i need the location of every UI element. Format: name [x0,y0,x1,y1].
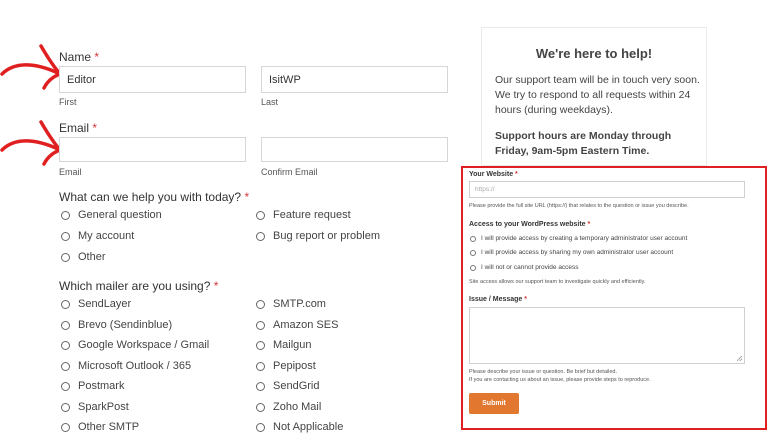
radio-amazon-ses[interactable]: Amazon SES [256,319,338,331]
email-label: Email * [59,121,98,135]
radio-bug-report[interactable]: Bug report or problem [256,230,380,242]
radio-circle[interactable] [470,249,476,256]
first-name-value: Editor [67,73,96,86]
radio-circle[interactable] [61,299,70,309]
radio-sendgrid[interactable]: SendGrid [256,380,319,392]
confirm-email-sublabel: Confirm Email [261,167,318,177]
radio-no-access[interactable]: I will not or cannot provide access [470,264,579,271]
radio-feature-request[interactable]: Feature request [256,209,351,221]
email-sublabel: Email [59,167,82,177]
radio-circle[interactable] [61,422,70,432]
radio-other-smtp[interactable]: Other SMTP [61,421,139,433]
confirm-email-input[interactable] [261,137,448,162]
email-input[interactable] [59,137,246,162]
radio-pepipost[interactable]: Pepipost [256,360,316,372]
radio-circle[interactable] [256,340,265,350]
radio-circle[interactable] [256,361,265,371]
radio-circle[interactable] [61,361,70,371]
radio-microsoft-outlook[interactable]: Microsoft Outlook / 365 [61,360,191,372]
support-details-panel: Your Website * https:// Please provide t… [461,166,767,430]
radio-sparkpost[interactable]: SparkPost [61,401,129,413]
radio-circle[interactable] [61,381,70,391]
resize-handle-icon[interactable] [737,356,742,361]
radio-circle[interactable] [256,381,265,391]
issue-message-textarea[interactable] [469,307,745,364]
radio-circle[interactable] [61,402,70,412]
radio-circle[interactable] [256,422,265,432]
radio-circle[interactable] [470,264,476,271]
last-name-input[interactable]: IsitWP [261,66,448,93]
radio-sendlayer[interactable]: SendLayer [61,298,131,310]
radio-smtp-com[interactable]: SMTP.com [256,298,326,310]
access-label: Access to your WordPress website * [469,221,591,228]
radio-not-applicable[interactable]: Not Applicable [256,421,343,433]
last-sublabel: Last [261,97,279,107]
help-question-label: What can we help you with today? * [59,190,250,204]
last-name-value: IsitWP [269,73,301,86]
radio-circle[interactable] [256,231,265,241]
website-label: Your Website * [469,171,518,178]
radio-other[interactable]: Other [61,251,106,263]
help-box-hours: Support hours are Monday through Friday,… [495,130,672,157]
issue-help-text-1: Please describe your issue or question. … [469,369,617,375]
radio-google-workspace[interactable]: Google Workspace / Gmail [61,339,209,351]
radio-circle[interactable] [256,320,265,330]
radio-zoho-mail[interactable]: Zoho Mail [256,401,321,413]
first-sublabel: First [59,97,77,107]
radio-circle[interactable] [256,210,265,220]
radio-circle[interactable] [61,231,70,241]
radio-circle[interactable] [256,299,265,309]
access-help-text: Site access allows our support team to i… [469,279,646,285]
name-label: Name * [59,50,100,64]
radio-mailgun[interactable]: Mailgun [256,339,312,351]
radio-circle[interactable] [61,340,70,350]
radio-brevo[interactable]: Brevo (Sendinblue) [61,319,172,331]
radio-share-admin[interactable]: I will provide access by sharing my own … [470,249,673,256]
radio-circle[interactable] [61,210,70,220]
radio-circle[interactable] [256,402,265,412]
help-box-text: Our support team will be in touch very s… [495,74,700,116]
radio-circle[interactable] [61,320,70,330]
radio-temporary-admin[interactable]: I will provide access by creating a temp… [470,235,687,242]
issue-label: Issue / Message * [469,296,527,303]
website-help-text: Please provide the full site URL (https:… [469,203,689,209]
first-name-input[interactable]: Editor [59,66,246,93]
website-placeholder: https:// [475,186,495,193]
help-box: We're here to help! Our support team wil… [481,27,707,166]
mailer-question-label: Which mailer are you using? * [59,279,219,293]
radio-general-question[interactable]: General question [61,209,162,221]
website-input[interactable]: https:// [469,181,745,198]
help-box-title: We're here to help! [535,46,653,61]
radio-circle[interactable] [61,252,70,262]
issue-help-text-2: If you are contacting us about an issue,… [469,377,651,383]
radio-my-account[interactable]: My account [61,230,134,242]
radio-postmark[interactable]: Postmark [61,380,124,392]
radio-circle[interactable] [470,235,476,242]
submit-button[interactable]: Submit [469,393,519,414]
